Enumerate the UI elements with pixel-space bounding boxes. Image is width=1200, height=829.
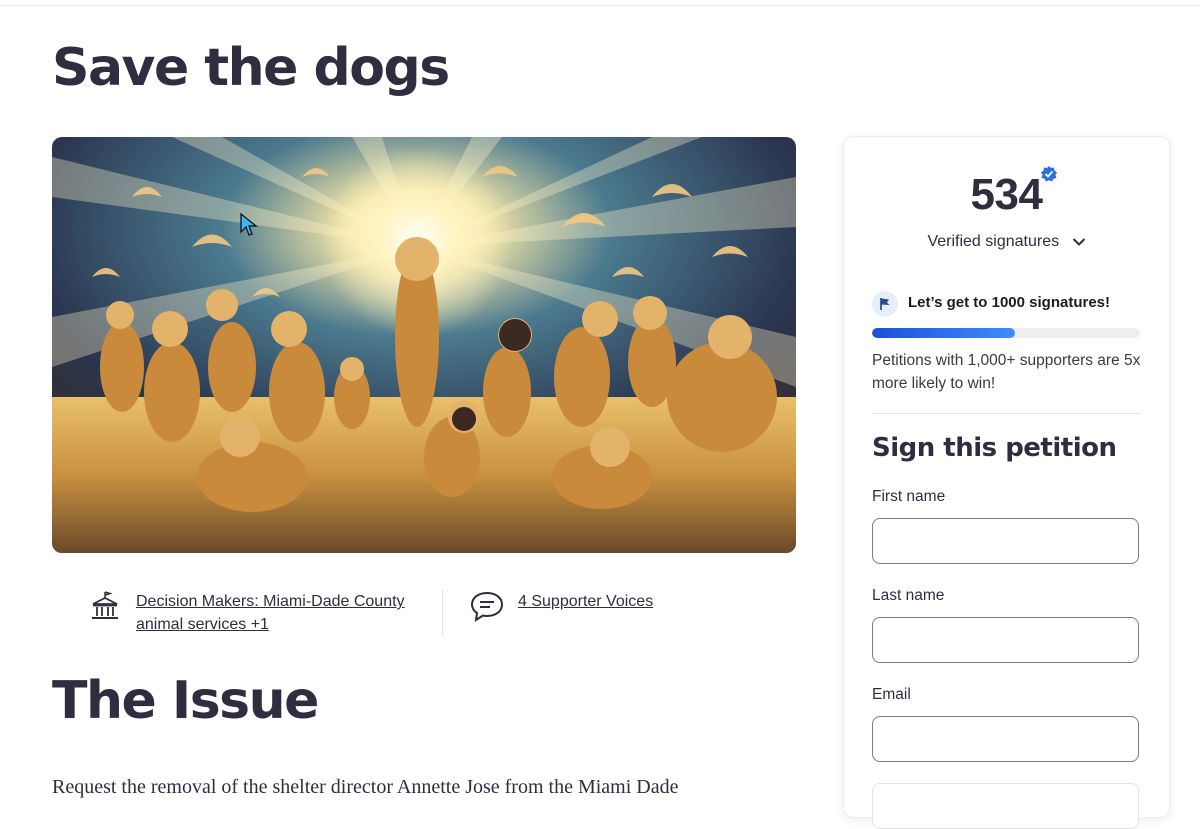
petition-hero-image [52,137,796,553]
signature-progress-bar [872,328,1140,338]
last-name-field[interactable] [872,617,1139,663]
next-field-partial[interactable] [872,783,1139,829]
dogs-illustration [52,137,796,553]
supporter-voices-link[interactable]: 4 Supporter Voices [518,590,653,613]
verified-signatures-toggle[interactable]: Verified signatures [844,233,1169,251]
page-title: Save the dogs [52,38,450,98]
goal-description: Petitions with 1,000+ supporters are 5x … [872,352,1141,392]
verified-signatures-label: Verified signatures [927,233,1060,250]
goal-text: Let’s get to 1000 signatures! [908,294,1111,311]
decision-makers-line-2[interactable]: animal services +1 [136,613,405,636]
supporter-voices: 4 Supporter Voices [470,590,653,622]
signature-count: 534 [970,170,1043,219]
signature-count-wrap: 534 [844,166,1169,223]
email-field[interactable] [872,716,1139,762]
meta-divider [442,590,443,636]
first-name-field[interactable] [872,518,1139,564]
issue-heading: The Issue [52,671,319,731]
signature-progress-fill [872,328,1016,338]
card-divider [872,413,1140,414]
speech-bubble-icon [470,591,504,622]
sign-petition-card: 534 Verified signatures Let’s get to 100… [843,136,1170,829]
issue-text: Request the removal of the shelter direc… [52,776,679,798]
petition-meta-row: Decision Makers: Miami-Dade County anima… [52,590,796,638]
sign-petition-title: Sign this petition [872,433,1117,463]
mouse-cursor-icon [240,213,258,236]
decision-makers-line-1[interactable]: Decision Makers: Miami-Dade County [136,590,405,613]
chevron-down-icon[interactable] [1072,237,1086,247]
decision-makers: Decision Makers: Miami-Dade County anima… [90,590,405,636]
government-building-icon [92,591,118,619]
flag-icon [880,298,890,310]
top-border [0,5,1200,6]
first-name-label: First name [872,488,946,505]
verified-badge-icon [1041,166,1057,182]
email-label: Email [872,686,911,703]
flag-icon-wrap [872,291,898,317]
decision-makers-link[interactable]: Decision Makers: Miami-Dade County anima… [136,590,405,636]
last-name-label: Last name [872,587,945,604]
